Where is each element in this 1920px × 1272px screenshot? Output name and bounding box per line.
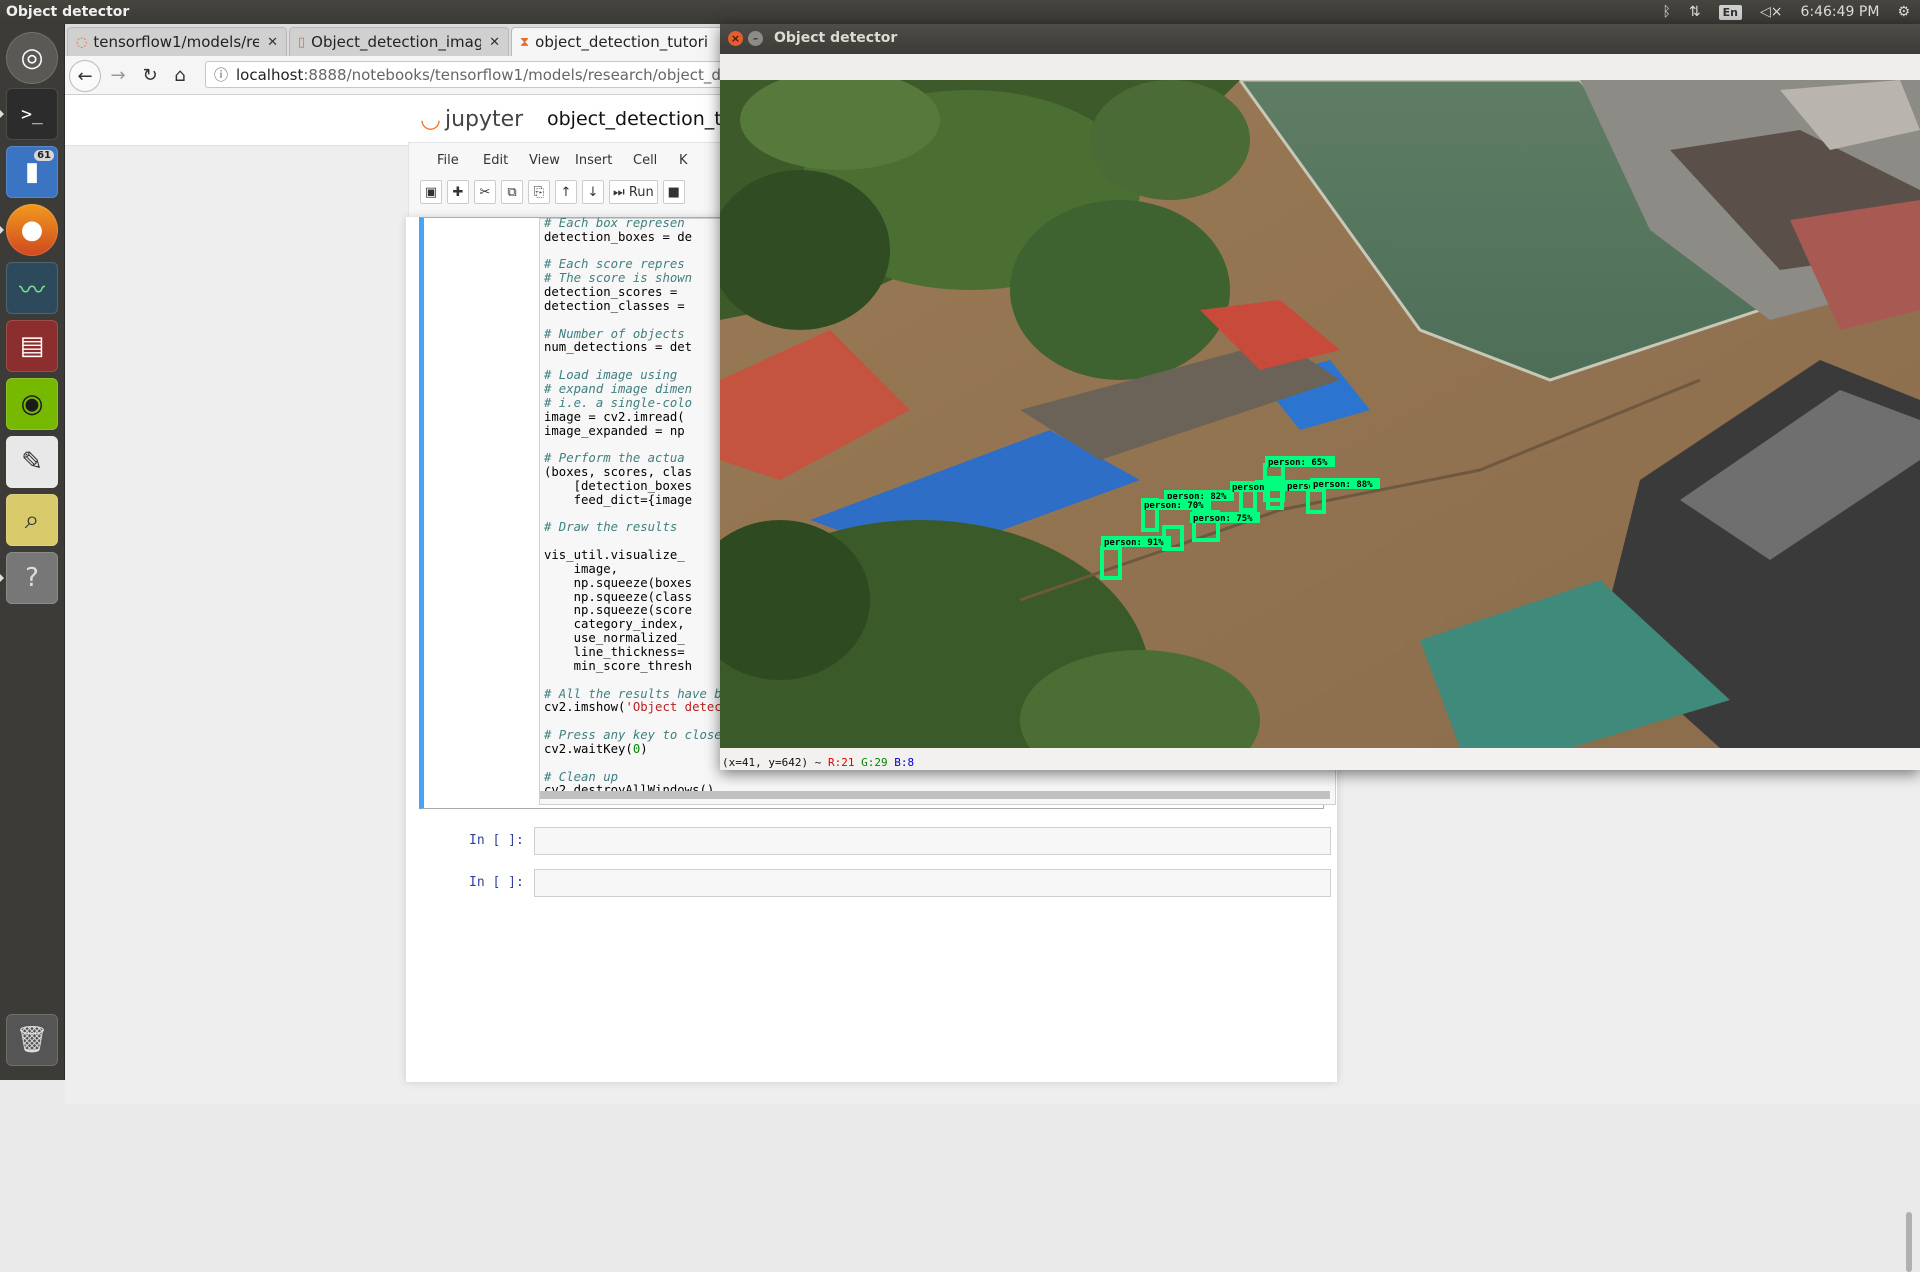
- tab-label: Object_detection_imag: [311, 33, 482, 51]
- pixel-red-value: R:21: [827, 756, 855, 769]
- site-info-icon[interactable]: ⓘ: [214, 65, 228, 85]
- run-button[interactable]: ⏭ Run: [609, 180, 658, 204]
- detection-label: person: [1232, 483, 1265, 493]
- minimize-icon[interactable]: –: [748, 31, 763, 46]
- detection-label: person: 70%: [1144, 501, 1204, 511]
- top-panel: Object detector ᛒ ⇅ En ◁× 6:46:49 PM ⚙: [0, 0, 1920, 24]
- keyboard-language[interactable]: En: [1718, 4, 1742, 20]
- jupyter-logo[interactable]: ◡ jupyter: [420, 105, 523, 133]
- input-prompt: In [ ]:: [469, 875, 524, 890]
- jupyter-logo-icon: ◡: [420, 105, 441, 133]
- firefox-icon[interactable]: ●: [6, 204, 58, 256]
- cell-input[interactable]: [534, 869, 1331, 897]
- updates-badge: 61: [34, 150, 54, 161]
- pixel-green-value: G:29: [861, 756, 888, 769]
- running-indicator: [0, 110, 4, 118]
- close-icon[interactable]: ×: [728, 31, 743, 46]
- browser-tab-active[interactable]: ⧗ object_detection_tutori: [511, 27, 731, 56]
- tab-label: tensorflow1/models/re: [93, 33, 260, 51]
- copy-icon[interactable]: ⧉: [501, 180, 523, 204]
- running-indicator: [0, 574, 4, 582]
- browser-tab[interactable]: ▯ Object_detection_imag ✕: [289, 27, 509, 56]
- menu-edit[interactable]: Edit: [483, 153, 508, 168]
- text-editor-icon[interactable]: ✎: [6, 436, 58, 488]
- detection-label: person: 65%: [1268, 458, 1328, 468]
- paste-icon[interactable]: ⎘: [528, 180, 550, 204]
- window-titlebar[interactable]: × – Object detector: [720, 24, 1920, 54]
- home-icon[interactable]: ⌂: [167, 63, 193, 87]
- move-down-icon[interactable]: ↓: [582, 180, 604, 204]
- settings-gear-icon[interactable]: ⚙: [1897, 4, 1910, 20]
- ubuntu-dash-icon[interactable]: ◎: [6, 32, 58, 84]
- page-scrollbar[interactable]: [1906, 1212, 1912, 1272]
- run-icon: ⏭: [613, 184, 625, 200]
- menu-view[interactable]: View: [529, 153, 560, 168]
- network-icon[interactable]: ⇅: [1689, 4, 1701, 20]
- system-monitor-icon[interactable]: 〰: [6, 262, 58, 314]
- cut-icon[interactable]: ✂: [474, 180, 496, 204]
- window-toolbar-strip: [720, 54, 1920, 81]
- image-viewer-icon[interactable]: ⌕: [6, 494, 58, 546]
- active-window-title: Object detector: [6, 4, 130, 20]
- pixel-status-bar: (x=41, y=642) ~ R:21 G:29 B:8: [722, 756, 914, 769]
- bluetooth-icon[interactable]: ᛒ: [1662, 4, 1670, 20]
- clock[interactable]: 6:46:49 PM: [1800, 4, 1879, 20]
- close-tab-icon[interactable]: ✕: [489, 35, 500, 50]
- menu-cell[interactable]: Cell: [633, 153, 657, 168]
- save-icon[interactable]: ▣: [420, 180, 442, 204]
- empty-code-cell[interactable]: In [ ]:: [419, 827, 1331, 855]
- detection-image[interactable]: person: 65% person: 82% person: 70% pers…: [720, 80, 1920, 748]
- empty-code-cell[interactable]: In [ ]:: [419, 869, 1331, 897]
- reload-icon[interactable]: ↻: [137, 63, 163, 87]
- launcher: ◎ >_ ▮ 61 ● 〰 ▤ ◉ ✎ ⌕ ? 🗑: [0, 24, 65, 1080]
- tab-label: object_detection_tutori: [535, 33, 708, 51]
- back-arrow-icon[interactable]: ←: [69, 60, 101, 92]
- trash-icon[interactable]: 🗑: [6, 1014, 58, 1066]
- detection-label: person: 75%: [1193, 514, 1253, 524]
- url-host: localhost: [236, 65, 304, 84]
- add-cell-icon[interactable]: ✚: [447, 180, 469, 204]
- forward-arrow-icon[interactable]: →: [105, 63, 131, 87]
- jupyter-favicon-icon: ◌: [76, 34, 88, 50]
- software-updater-icon[interactable]: ▮ 61: [6, 146, 58, 198]
- cell-input[interactable]: [534, 827, 1331, 855]
- running-indicator: [0, 226, 4, 234]
- detection-label: person: 88%: [1313, 480, 1373, 490]
- menu-insert[interactable]: Insert: [575, 153, 612, 168]
- object-detector-window: × – Object detector person: 65% person: …: [720, 24, 1920, 770]
- files-icon[interactable]: ▤: [6, 320, 58, 372]
- window-title: Object detector: [774, 30, 898, 46]
- notebook-favicon-icon: ▯: [298, 34, 306, 50]
- terminal-icon[interactable]: >_: [6, 88, 58, 140]
- hourglass-favicon-icon: ⧗: [520, 34, 530, 50]
- jupyter-logo-text: jupyter: [444, 106, 524, 132]
- help-icon[interactable]: ?: [6, 552, 58, 604]
- flood-scene: person: 65% person: 82% person: 70% pers…: [720, 80, 1920, 748]
- move-up-icon[interactable]: ↑: [555, 180, 577, 204]
- nvidia-settings-icon[interactable]: ◉: [6, 378, 58, 430]
- close-tab-icon[interactable]: ✕: [267, 35, 278, 50]
- input-prompt: In [ ]:: [469, 833, 524, 848]
- pixel-blue-value: B:8: [894, 756, 915, 769]
- cursor-coordinates: (x=41, y=642) ~: [722, 756, 828, 769]
- menu-kernel[interactable]: K: [679, 153, 688, 168]
- run-label: Run: [628, 184, 654, 200]
- horizontal-scrollbar[interactable]: [540, 791, 1330, 799]
- menu-file[interactable]: File: [437, 153, 459, 168]
- volume-muted-icon[interactable]: ◁×: [1760, 4, 1783, 20]
- detection-label: person: 91%: [1104, 538, 1164, 548]
- system-tray: ᛒ ⇅ En ◁× 6:46:49 PM ⚙: [1662, 0, 1920, 24]
- browser-tab[interactable]: ◌ tensorflow1/models/re ✕: [67, 27, 287, 56]
- stop-icon[interactable]: ■: [662, 180, 685, 204]
